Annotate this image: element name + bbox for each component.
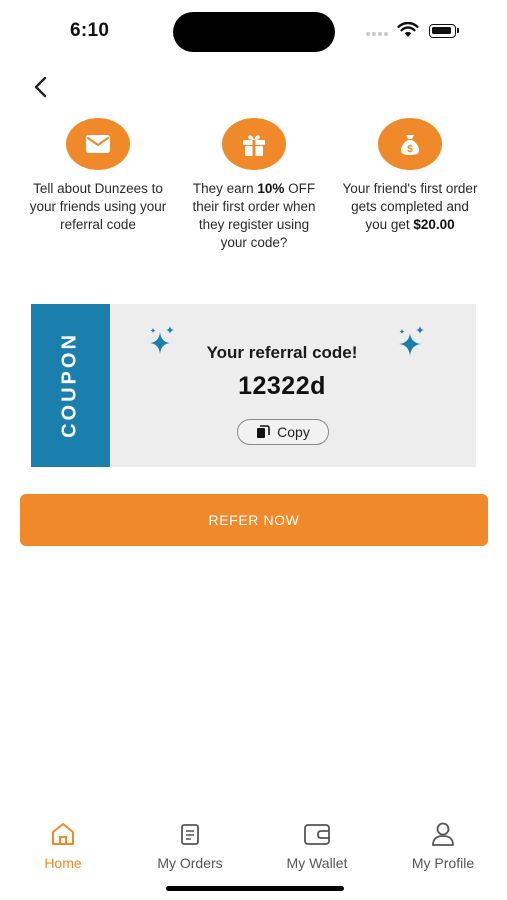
refer-now-label: REFER NOW xyxy=(208,512,300,528)
step-you-earn: $ Your friend's first order gets complet… xyxy=(340,118,480,252)
nav-label-wallet: My Wallet xyxy=(286,855,348,871)
signal-icon xyxy=(366,31,390,37)
chevron-left-icon xyxy=(34,76,47,98)
gift-icon xyxy=(222,118,286,170)
nav-label-profile: My Profile xyxy=(411,855,475,871)
copy-button-label: Copy xyxy=(277,424,310,440)
step-text-highlight: 10% xyxy=(257,181,285,196)
coupon-body: Your referral code! 12322d Copy xyxy=(110,304,476,467)
step-text: Tell about Dunzees to your friends using… xyxy=(28,180,168,234)
refer-now-button[interactable]: REFER NOW xyxy=(20,494,488,546)
home-indicator xyxy=(166,886,344,891)
svg-text:$: $ xyxy=(407,144,413,155)
referral-steps: Tell about Dunzees to your friends using… xyxy=(28,118,480,252)
coupon-label: COUPON xyxy=(58,332,81,438)
nav-item-profile[interactable]: My Profile xyxy=(388,818,498,871)
battery-icon xyxy=(429,24,459,38)
copy-icon xyxy=(257,425,270,438)
money-bag-icon: $ xyxy=(378,118,442,170)
dynamic-island xyxy=(173,12,335,52)
step-friend-discount: They earn 10% OFF their first order when… xyxy=(184,118,324,252)
referral-code-title: Your referral code! xyxy=(206,343,358,362)
envelope-icon xyxy=(66,118,130,170)
step-text-segment: Your friend's first order gets completed… xyxy=(342,181,478,232)
copy-button[interactable]: Copy xyxy=(237,419,329,445)
nav-item-orders[interactable]: My Orders xyxy=(135,818,245,871)
status-time: 6:10 xyxy=(70,20,110,41)
home-icon xyxy=(50,818,76,850)
back-button[interactable] xyxy=(24,70,58,104)
step-text: They earn 10% OFF their first order when… xyxy=(184,180,324,252)
nav-item-home[interactable]: Home xyxy=(8,818,118,871)
nav-label-orders: My Orders xyxy=(157,855,223,871)
step-text-highlight: $20.00 xyxy=(413,217,455,232)
wifi-icon xyxy=(397,22,419,37)
bottom-nav: Home My Orders My Wallet My Profile xyxy=(0,818,507,878)
nav-label-home: Home xyxy=(44,855,82,871)
step-text: Your friend's first order gets completed… xyxy=(340,180,480,234)
step-tell-friends: Tell about Dunzees to your friends using… xyxy=(28,118,168,252)
orders-icon xyxy=(180,818,200,850)
profile-icon xyxy=(431,818,455,850)
referral-code-value: 12322d xyxy=(238,372,326,400)
coupon-strip: COUPON xyxy=(25,304,110,467)
coupon-card: COUPON Your referral code! 12322d Copy xyxy=(25,304,479,467)
status-bar: 6:10 xyxy=(0,0,507,60)
nav-item-wallet[interactable]: My Wallet xyxy=(262,818,372,871)
step-text-segment: Tell about Dunzees to your friends using… xyxy=(29,181,167,232)
step-text-segment: They earn xyxy=(192,181,258,196)
wallet-icon xyxy=(303,818,331,850)
